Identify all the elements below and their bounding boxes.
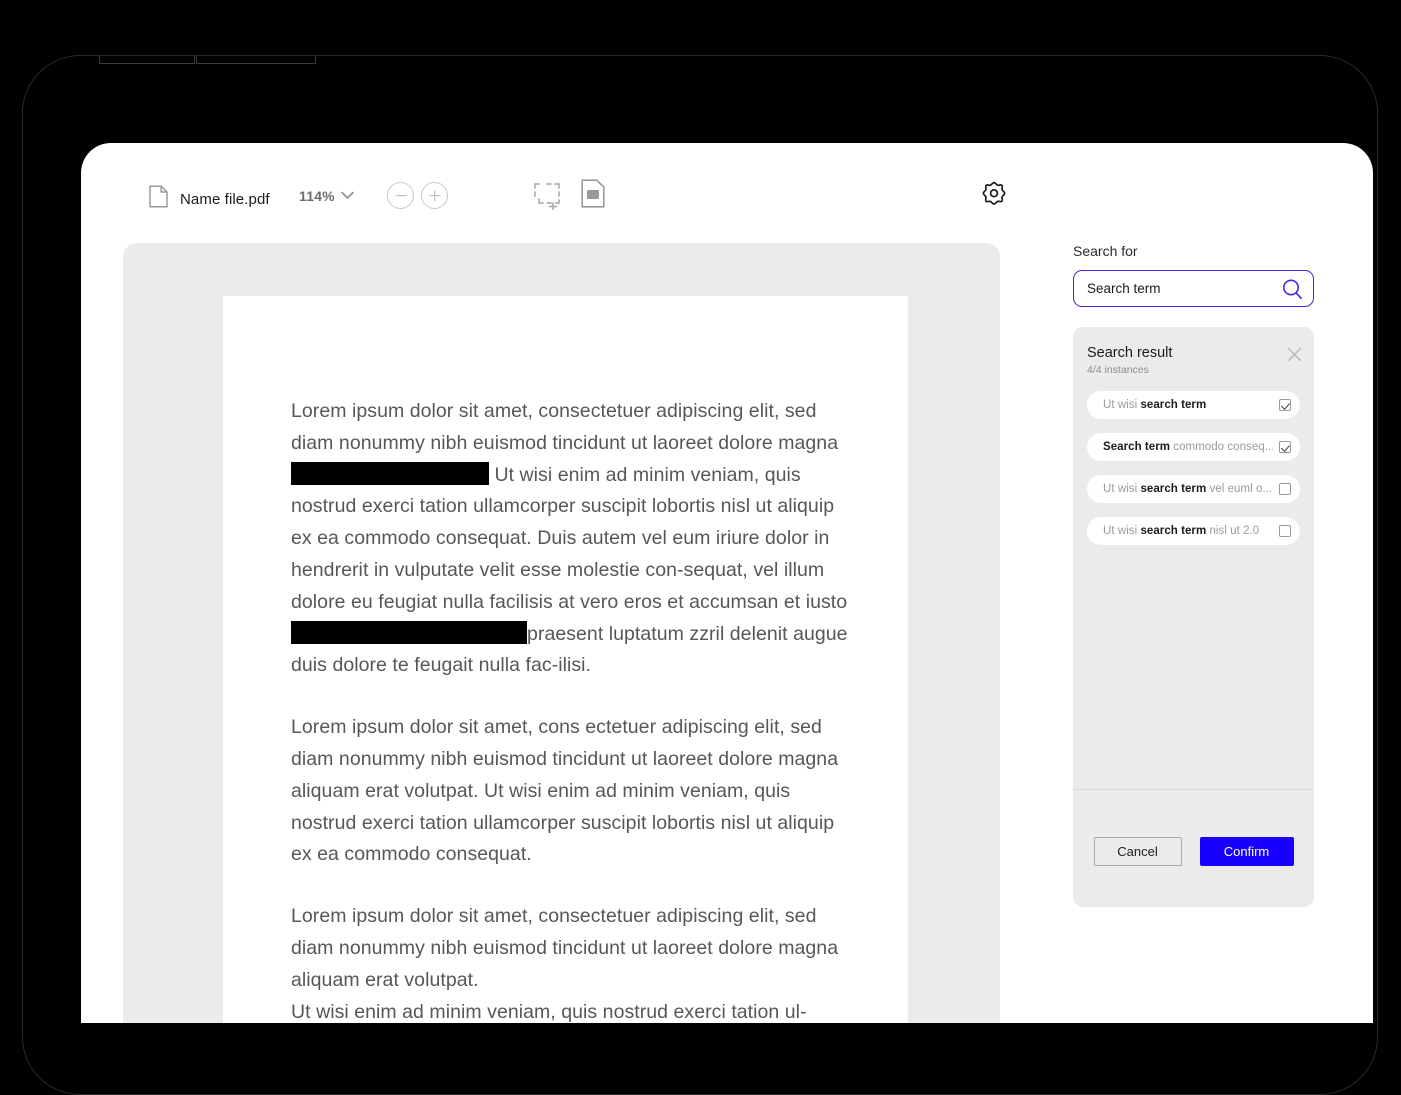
document-paragraph: Ut wisi enim ad minim veniam, quis nostr… bbox=[291, 1000, 807, 1023]
magnifier-icon[interactable] bbox=[1282, 278, 1303, 299]
redaction-bar bbox=[291, 461, 489, 485]
search-sidebar: Search for Search result 4/4 instances bbox=[1073, 243, 1318, 907]
document-paragraph: Lorem ipsum dolor sit amet, consectetuer… bbox=[291, 396, 851, 682]
add-selection-button[interactable] bbox=[533, 181, 561, 215]
search-result-checkbox[interactable] bbox=[1279, 441, 1291, 453]
bezel-accent-line-left bbox=[99, 56, 195, 64]
search-result-item[interactable]: Ut wisi search term nisl ut 2.0 bbox=[1087, 517, 1300, 545]
search-input[interactable] bbox=[1074, 271, 1313, 306]
page-image-icon bbox=[581, 179, 605, 213]
document-page: Lorem ipsum dolor sit amet, consectetuer… bbox=[223, 296, 908, 1023]
cancel-button[interactable]: Cancel bbox=[1093, 837, 1182, 866]
search-results-count: 4/4 instances bbox=[1087, 364, 1149, 376]
search-result-text: Search term commodo conseq... bbox=[1103, 441, 1273, 453]
zoom-level-dropdown[interactable]: 114% bbox=[299, 187, 354, 205]
search-result-text: Ut wisi search term nisl ut 2.0 bbox=[1103, 525, 1260, 537]
search-result-item[interactable]: Search term commodo conseq... bbox=[1087, 433, 1300, 461]
search-result-checkbox[interactable] bbox=[1279, 525, 1291, 537]
bezel-accent-line-right bbox=[196, 56, 316, 64]
search-results-panel: Search result 4/4 instances Ut wisi sear… bbox=[1073, 327, 1314, 907]
file-name-chip[interactable]: Name file.pdf bbox=[149, 185, 270, 213]
page-image-button[interactable] bbox=[581, 179, 605, 213]
document-text-body: Lorem ipsum dolor sit amet, consectetuer… bbox=[291, 396, 851, 1023]
search-result-text: Ut wisi search term vel euml o... bbox=[1103, 483, 1273, 495]
file-name-label: Name file.pdf bbox=[180, 190, 270, 208]
tablet-device-frame: Name file.pdf 114% Lorem ipsum dolor sit… bbox=[22, 55, 1378, 1095]
search-results-header: Search result 4/4 instances bbox=[1087, 345, 1302, 376]
app-toolbar: Name file.pdf 114% bbox=[81, 143, 1373, 243]
settings-button[interactable] bbox=[980, 181, 1008, 214]
zoom-level-label: 114% bbox=[299, 188, 335, 204]
zoom-in-button[interactable] bbox=[421, 182, 448, 209]
paragraph-text-segment: Lorem ipsum dolor sit amet, consectetuer… bbox=[291, 400, 839, 454]
close-icon[interactable] bbox=[1287, 347, 1302, 362]
add-selection-icon bbox=[533, 181, 561, 215]
redaction-bar bbox=[291, 620, 527, 644]
search-result-checkbox[interactable] bbox=[1279, 483, 1291, 495]
zoom-out-button[interactable] bbox=[387, 182, 414, 209]
confirm-button[interactable]: Confirm bbox=[1199, 837, 1294, 866]
search-field-wrapper[interactable] bbox=[1073, 270, 1314, 307]
document-icon bbox=[149, 185, 168, 213]
search-results-title: Search result bbox=[1087, 345, 1173, 361]
panel-divider bbox=[1073, 789, 1314, 790]
chevron-down-icon bbox=[341, 187, 354, 205]
document-viewer[interactable]: Lorem ipsum dolor sit amet, consectetuer… bbox=[123, 243, 1000, 1023]
gear-icon bbox=[980, 181, 1008, 214]
search-for-label: Search for bbox=[1073, 243, 1138, 259]
search-result-text: Ut wisi search term bbox=[1103, 399, 1207, 411]
tablet-screen: Name file.pdf 114% Lorem ipsum dolor sit… bbox=[81, 143, 1373, 1023]
document-paragraph: Lorem ipsum dolor sit amet, consectetuer… bbox=[291, 905, 839, 991]
search-result-item[interactable]: Ut wisi search term bbox=[1087, 391, 1300, 419]
search-result-checkbox[interactable] bbox=[1279, 399, 1291, 411]
search-results-list: Ut wisi search term Search term commodo … bbox=[1087, 391, 1300, 559]
search-result-item[interactable]: Ut wisi search term vel euml o... bbox=[1087, 475, 1300, 503]
document-paragraph: Lorem ipsum dolor sit amet, cons ectetue… bbox=[291, 716, 839, 866]
search-results-actions: Cancel Confirm bbox=[1073, 837, 1314, 866]
paragraph-text-segment: Ut wisi enim ad minim veniam, quis nostr… bbox=[291, 463, 848, 613]
